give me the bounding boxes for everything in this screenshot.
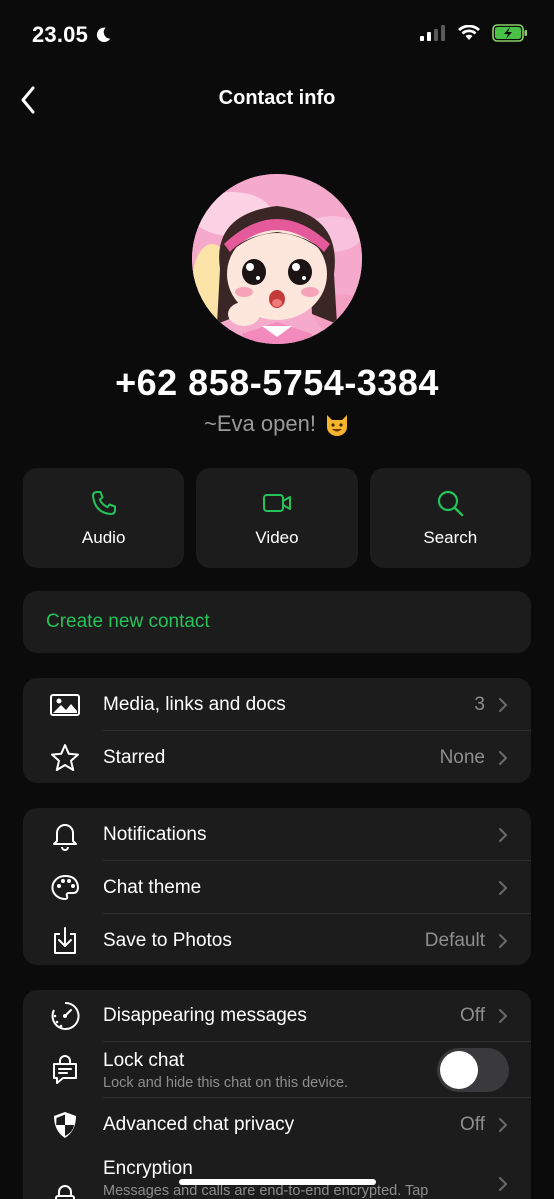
- chevron-right-icon: [499, 933, 508, 948]
- smiling-cat-emoji-icon: [326, 415, 347, 436]
- media-links-docs-row[interactable]: Media, links and docs 3: [23, 678, 531, 731]
- contact-about: ~Eva open!: [0, 411, 554, 437]
- nav-bar: Contact info: [0, 78, 554, 122]
- save-to-photos-row[interactable]: Save to Photos Default: [23, 914, 531, 965]
- disappearing-messages-row[interactable]: Disappearing messages Off: [23, 990, 531, 1042]
- row-label: Disappearing messages: [103, 1005, 307, 1026]
- image-icon: [49, 689, 81, 721]
- row-label: Starred: [103, 746, 166, 768]
- row-label: Advanced chat privacy: [103, 1114, 295, 1135]
- chevron-right-icon: [499, 1118, 508, 1132]
- row-sublabel: Messages and calls are end-to-end encryp…: [103, 1183, 429, 1199]
- row-label: Encryption: [103, 1158, 193, 1179]
- row-sublabel: Lock and hide this chat on this device.: [103, 1075, 349, 1091]
- phone-icon: [91, 491, 116, 515]
- audio-label: Audio: [81, 528, 126, 547]
- status-time: 23.05: [32, 22, 112, 48]
- contact-info-screen: 23.05 Contact info +62 858-5754-3384 ~Ev…: [0, 0, 554, 1199]
- battery-icon: [492, 24, 527, 42]
- chevron-right-icon: [499, 750, 508, 765]
- lock-chat-toggle[interactable]: [437, 1048, 509, 1092]
- home-indicator[interactable]: [179, 1179, 376, 1185]
- row-label: Lock chat: [103, 1050, 185, 1071]
- bell-icon: [49, 819, 81, 851]
- shield-icon: [49, 1109, 81, 1141]
- chat-theme-row[interactable]: Chat theme: [23, 861, 531, 914]
- avatar[interactable]: [192, 174, 362, 344]
- lock-chat-row: Lock chat Lock and hide this chat on thi…: [23, 1042, 531, 1098]
- search-icon: [438, 490, 464, 517]
- search-button[interactable]: Search: [369, 468, 531, 568]
- notifications-row[interactable]: Notifications: [23, 808, 531, 861]
- row-value: 3: [474, 693, 485, 715]
- create-new-contact-button[interactable]: Create new contact: [23, 591, 531, 653]
- chevron-right-icon: [499, 1009, 508, 1023]
- contact-phone-number: +62 858-5754-3384: [115, 362, 439, 403]
- video-call-button[interactable]: Video: [196, 468, 358, 568]
- lock-chat-icon: [49, 1054, 81, 1086]
- chevron-right-icon: [499, 697, 508, 712]
- settings-section: Notifications Chat theme Save to Photos …: [23, 808, 531, 965]
- lock-icon: [49, 1182, 81, 1199]
- status-indicators: [420, 24, 528, 42]
- star-icon: [49, 742, 81, 774]
- wifi-icon: [458, 25, 480, 40]
- media-section: Media, links and docs 3 Starred None: [23, 678, 531, 783]
- signal-icon: [420, 25, 445, 41]
- privacy-section: Disappearing messages Off Lock chat Lock…: [23, 990, 531, 1199]
- toggle-knob: [440, 1051, 478, 1089]
- encryption-row[interactable]: Encryption Messages and calls are end-to…: [23, 1152, 531, 1199]
- row-label: Chat theme: [103, 876, 202, 898]
- status-bar: 23.05: [0, 0, 554, 70]
- search-label: Search: [423, 528, 478, 547]
- contact-about-text: ~Eva open!: [204, 411, 316, 436]
- moon-icon: [96, 27, 111, 43]
- video-icon: [262, 494, 291, 512]
- page-title: Contact info: [218, 87, 336, 109]
- row-label: Save to Photos: [103, 929, 232, 951]
- palette-icon: [49, 872, 81, 904]
- status-time-label: 23.05: [32, 22, 89, 47]
- save-icon: [49, 925, 81, 957]
- timer-icon: [49, 1000, 81, 1032]
- action-buttons: Audio Video Search: [23, 468, 531, 568]
- create-new-contact-label: Create new contact: [46, 611, 210, 632]
- starred-row[interactable]: Starred None: [23, 731, 531, 783]
- row-value: Off: [460, 1005, 485, 1026]
- audio-call-button[interactable]: Audio: [23, 468, 185, 568]
- chevron-right-icon: [499, 1177, 508, 1191]
- row-value: Off: [460, 1114, 485, 1135]
- avatar-illustration: [192, 174, 362, 344]
- row-label: Notifications: [103, 823, 207, 845]
- row-value: Default: [424, 929, 485, 951]
- video-label: Video: [255, 528, 299, 547]
- chevron-right-icon: [499, 827, 508, 842]
- advanced-chat-privacy-row[interactable]: Advanced chat privacy Off: [23, 1098, 531, 1152]
- row-label: Media, links and docs: [103, 693, 286, 715]
- chevron-right-icon: [499, 880, 508, 895]
- row-value: None: [439, 746, 485, 768]
